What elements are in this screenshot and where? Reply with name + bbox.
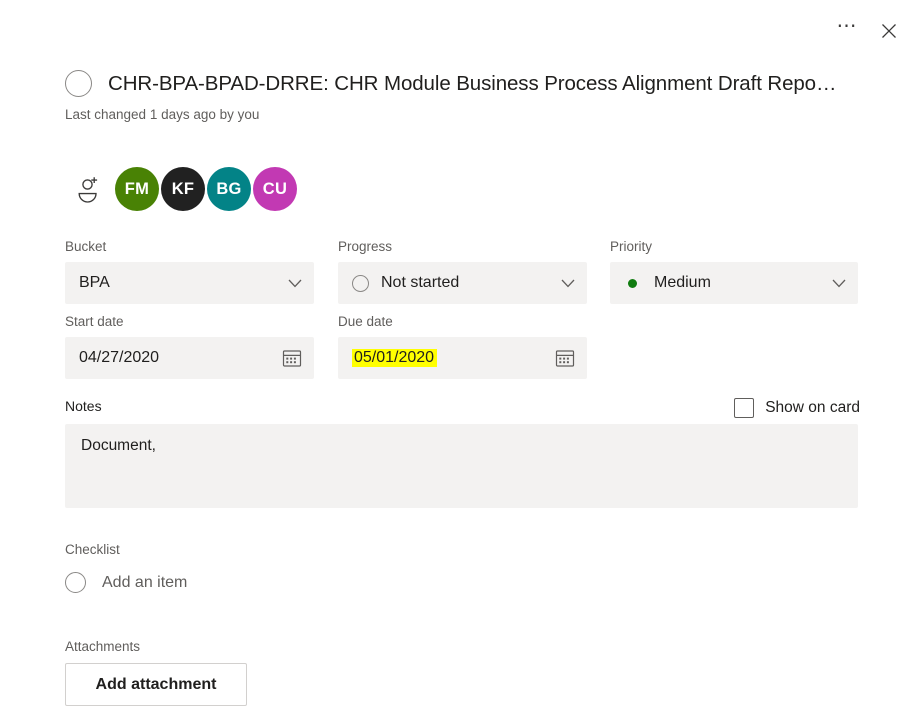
notes-label: Notes: [65, 398, 102, 414]
show-on-card-checkbox[interactable]: [734, 398, 755, 418]
progress-dropdown[interactable]: Not started: [338, 262, 587, 304]
chevron-down-icon: [288, 279, 302, 287]
avatar[interactable]: FM: [115, 167, 159, 211]
add-attachment-button[interactable]: Add attachment: [65, 663, 247, 706]
checklist-add-item-row[interactable]: Add an item: [65, 572, 187, 593]
notes-textarea[interactable]: Document,: [65, 424, 858, 508]
last-changed-text: Last changed 1 days ago by you: [65, 107, 260, 122]
more-options-button[interactable]: ⋯: [829, 13, 865, 49]
avatar[interactable]: CU: [253, 167, 297, 211]
checklist-add-item-input[interactable]: Add an item: [102, 574, 187, 592]
avatar-initials: CU: [262, 179, 288, 198]
calendar-icon: [282, 350, 302, 367]
assignees-row: FM KF BG CU: [65, 165, 299, 213]
page-title[interactable]: CHR-BPA-BPAD-DRRE: CHR Module Business P…: [108, 72, 836, 96]
task-title-row: CHR-BPA-BPAD-DRRE: CHR Module Business P…: [65, 70, 863, 97]
priority-value: Medium: [654, 274, 711, 291]
avatar-initials: BG: [216, 179, 242, 198]
progress-label: Progress: [338, 239, 393, 254]
checklist-item-checkbox[interactable]: [65, 572, 86, 593]
bucket-value: BPA: [79, 274, 110, 291]
priority-dropdown[interactable]: Medium: [610, 262, 858, 304]
window-controls: ⋯: [829, 0, 923, 62]
bucket-label: Bucket: [65, 239, 107, 254]
avatar-initials: FM: [124, 179, 150, 198]
due-date-label: Due date: [338, 314, 393, 329]
attachments-label: Attachments: [65, 639, 141, 654]
avatar[interactable]: BG: [207, 167, 251, 211]
start-date-field[interactable]: 04/27/2020: [65, 337, 314, 379]
add-assignee-button[interactable]: [65, 165, 113, 213]
priority-medium-dot-icon: [628, 278, 637, 288]
progress-value: Not started: [381, 274, 460, 291]
add-person-icon: [78, 177, 98, 203]
more-options-icon: ⋯: [836, 15, 858, 37]
due-date-field[interactable]: 05/01/2020: [338, 337, 587, 379]
chevron-down-icon: [561, 279, 575, 287]
avatar[interactable]: KF: [161, 167, 205, 211]
progress-not-started-icon: [352, 274, 369, 292]
calendar-icon: [555, 350, 575, 367]
task-complete-checkbox[interactable]: [65, 70, 92, 97]
checklist-label: Checklist: [65, 542, 120, 557]
show-on-card-label: Show on card: [765, 399, 860, 416]
start-date-value: 04/27/2020: [79, 349, 160, 366]
show-on-card-toggle[interactable]: Show on card: [734, 398, 860, 418]
priority-label: Priority: [610, 239, 653, 254]
avatar-initials: KF: [171, 179, 195, 198]
start-date-label: Start date: [65, 314, 124, 329]
due-date-value: 05/01/2020: [352, 349, 438, 367]
close-button[interactable]: [871, 13, 907, 49]
bucket-dropdown[interactable]: BPA: [65, 262, 314, 304]
close-icon: [882, 24, 896, 38]
chevron-down-icon: [832, 279, 846, 287]
